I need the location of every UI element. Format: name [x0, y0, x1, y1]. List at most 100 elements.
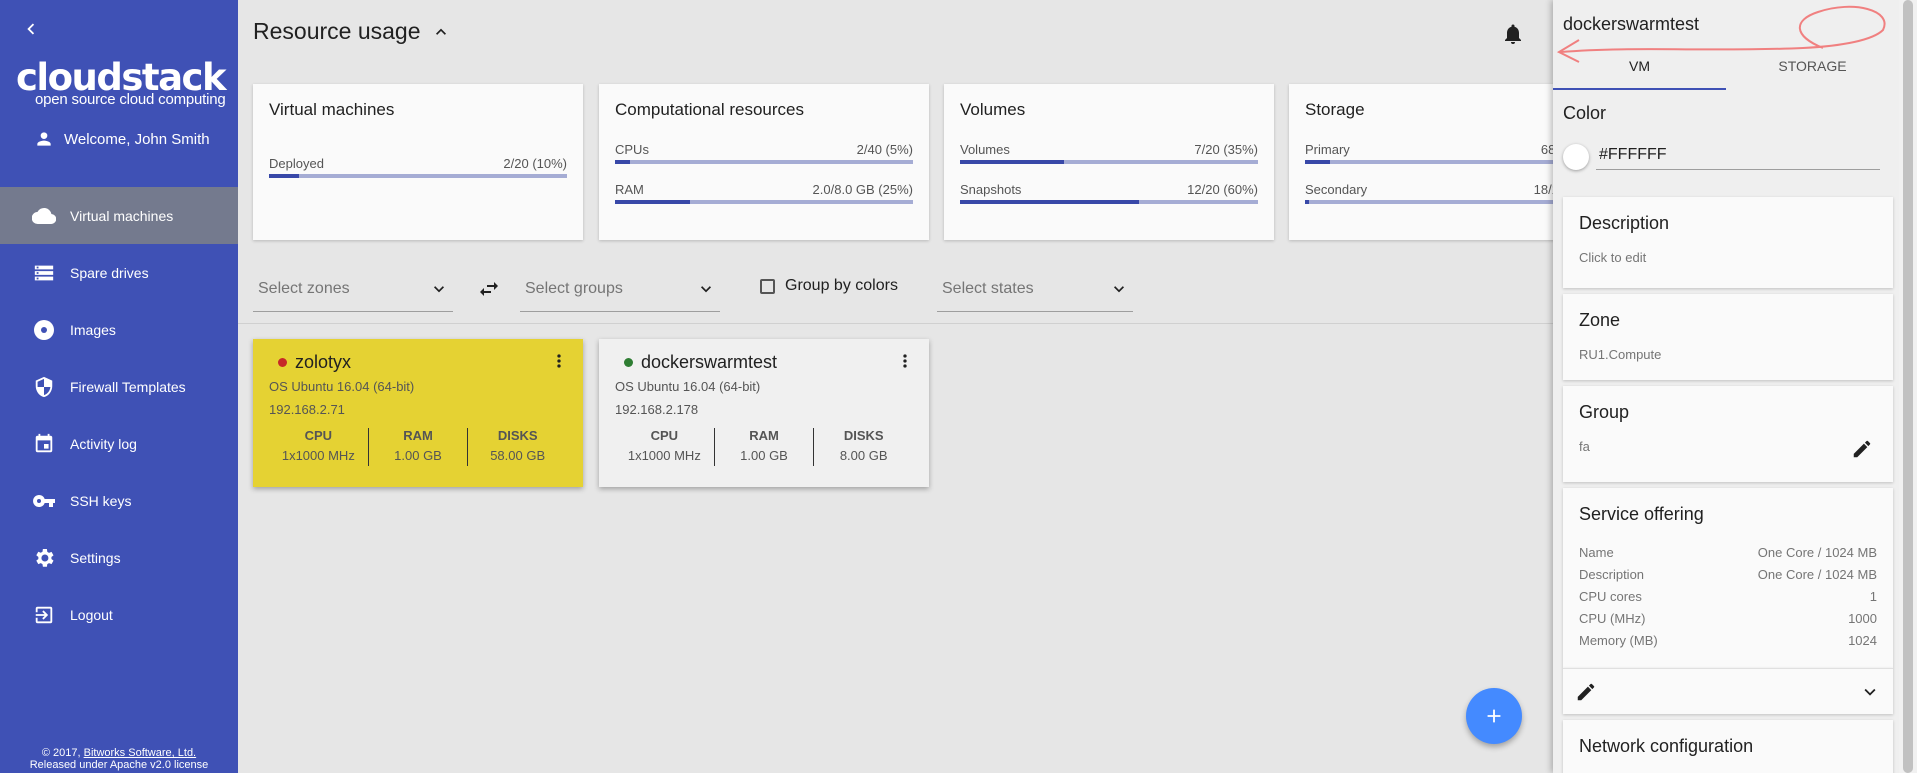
select-groups-placeholder: Select groups	[525, 279, 623, 297]
stat-value: 2/40 (5%)	[856, 142, 913, 157]
vm-stat-disks: DISKS 58.00 GB	[468, 428, 567, 466]
row-key: Name	[1579, 544, 1614, 560]
stat-value: 7/20 (35%)	[1194, 142, 1258, 157]
row-value: 1	[1869, 588, 1877, 604]
more-vert-icon[interactable]	[895, 351, 915, 371]
chevron-left-icon[interactable]	[20, 18, 42, 40]
status-dot	[624, 357, 633, 367]
welcome-user[interactable]: Welcome, John Smith	[34, 128, 210, 150]
group-card: Group fa	[1563, 386, 1893, 482]
sidebar-item-label: Logout	[70, 606, 113, 623]
sidebar-item-logout[interactable]: Logout	[0, 586, 238, 643]
group-title: Group	[1579, 402, 1630, 422]
chevron-down-icon	[701, 285, 711, 292]
vm-card-zolotyx[interactable]: zolotyx OS Ubuntu 16.04 (64-bit) 192.168…	[253, 339, 583, 487]
progress-fill	[269, 174, 299, 178]
network-configuration-title: Network configuration	[1579, 736, 1754, 756]
sidebar-item-spare-drives[interactable]: Spare drives	[0, 244, 238, 301]
select-groups[interactable]: Select groups	[520, 266, 720, 312]
sidebar-item-label: Firewall Templates	[70, 378, 186, 395]
progress-fill	[615, 200, 690, 204]
sidebar-item-settings[interactable]: Settings	[0, 529, 238, 586]
vm-os: OS Ubuntu 16.04 (64-bit)	[615, 379, 761, 394]
chevron-down-icon[interactable]	[1859, 681, 1881, 703]
sidebar-item-ssh-keys[interactable]: SSH keys	[0, 472, 238, 529]
stat-cpus: CPUs 2/40 (5%)	[615, 142, 913, 164]
card-title: Volumes	[960, 100, 1026, 119]
zone-title: Zone	[1579, 310, 1621, 330]
chevron-up-icon[interactable]	[431, 22, 451, 42]
group-by-colors-checkbox[interactable]: Group by colors	[760, 277, 898, 295]
sidebar-item-firewall-templates[interactable]: Firewall Templates	[0, 358, 238, 415]
stat-value: 58.00 GB	[490, 448, 546, 463]
sidebar-item-virtual-machines[interactable]: Virtual machines	[0, 187, 238, 244]
more-vert-icon[interactable]	[549, 351, 569, 371]
row-key: CPU (MHz)	[1579, 610, 1646, 626]
progress-fill	[615, 160, 630, 164]
zone-value: RU1.Compute	[1579, 347, 1662, 362]
color-input[interactable]: #FFFFFF	[1596, 146, 1880, 170]
stat-value: 8.00 GB	[839, 448, 888, 463]
add-vm-button[interactable]	[1466, 688, 1522, 744]
select-zones[interactable]: Select zones	[253, 266, 453, 312]
stat-snapshots: Snapshots 12/20 (60%)	[960, 182, 1258, 204]
vm-ip: 192.168.2.71	[269, 402, 345, 417]
swap-icon[interactable]	[477, 277, 501, 301]
chevron-down-icon	[434, 285, 444, 292]
scrollbar-thumb[interactable]	[1903, 0, 1913, 773]
vm-card-dockerswarmtest[interactable]: dockerswarmtest OS Ubuntu 16.04 (64-bit)…	[599, 339, 929, 487]
stat-value: 1.00 GB	[740, 448, 788, 463]
vm-stats: CPU 1x1000 MHz RAM 1.00 GB DISKS 8.00 GB	[615, 428, 913, 466]
progress-fill	[960, 200, 1139, 204]
edit-icon[interactable]	[1851, 438, 1873, 460]
stat-label: Deployed	[269, 156, 324, 171]
progress-fill	[960, 160, 1065, 164]
calendar-icon	[32, 432, 56, 456]
bell-icon[interactable]	[1501, 22, 1525, 46]
tab-storage[interactable]: STORAGE	[1726, 48, 1899, 90]
zone-card: Zone RU1.Compute	[1563, 294, 1893, 380]
vm-stat-disks: DISKS 8.00 GB	[814, 428, 913, 466]
vm-stats: CPU 1x1000 MHz RAM 1.00 GB DISKS 58.00 GB	[269, 428, 567, 466]
footer-company-link[interactable]: Bitworks Software, Ltd.	[84, 747, 197, 759]
checkbox-box[interactable]	[760, 278, 775, 294]
card-virtual-machines: Virtual machines Deployed 2/20 (10%)	[253, 84, 583, 240]
stat-volumes: Volumes 7/20 (35%)	[960, 142, 1258, 164]
sidebar-item-label: SSH keys	[70, 492, 132, 509]
stat-value: 12/20 (60%)	[1187, 182, 1258, 197]
scrollbar[interactable]	[1899, 0, 1917, 773]
panel-title: dockerswarmtest	[1563, 14, 1700, 34]
row-key: Description	[1579, 566, 1645, 582]
row-value: One Core / 1024 MB	[1757, 566, 1877, 582]
status-dot	[278, 357, 287, 367]
select-states[interactable]: Select states	[937, 266, 1133, 312]
group-by-colors-label: Group by colors	[785, 277, 898, 294]
sidebar-item-images[interactable]: Images	[0, 301, 238, 358]
description-card[interactable]: Description Click to edit	[1563, 197, 1893, 288]
progress-bar	[615, 200, 913, 204]
stat-value: 1.00 GB	[394, 448, 442, 463]
footer-license: Released under Apache v2.0 license	[29, 759, 209, 771]
tab-vm[interactable]: VM	[1553, 48, 1726, 90]
card-volumes: Volumes Volumes 7/20 (35%) Snapshots 12/20…	[944, 84, 1274, 240]
row-key: CPU cores	[1579, 588, 1642, 604]
select-states-placeholder: Select states	[942, 279, 1034, 297]
description-value[interactable]: Click to edit	[1579, 250, 1877, 265]
card-computational-resources: Computational resources CPUs 2/40 (5%) RA…	[599, 84, 929, 240]
stat-label: RAM	[749, 428, 779, 443]
edit-icon[interactable]	[1575, 681, 1597, 703]
table-row: Name One Core / 1024 MB	[1579, 541, 1877, 563]
stat-label: CPUs	[615, 142, 649, 157]
sidebar-item-activity-log[interactable]: Activity log	[0, 415, 238, 472]
card-title: Computational resources	[615, 100, 804, 119]
progress-fill	[1305, 200, 1310, 204]
card-title: Virtual machines	[269, 100, 395, 119]
vm-ip: 192.168.2.178	[615, 402, 699, 417]
network-configuration-card: Network configuration	[1563, 720, 1893, 773]
service-offering-actions	[1563, 668, 1893, 714]
stat-label: CPU	[650, 428, 679, 443]
color-swatch[interactable]	[1563, 144, 1589, 170]
table-row: Description One Core / 1024 MB	[1579, 563, 1877, 585]
progress-fill	[1305, 160, 1331, 164]
stat-label: DISKS	[843, 428, 884, 443]
